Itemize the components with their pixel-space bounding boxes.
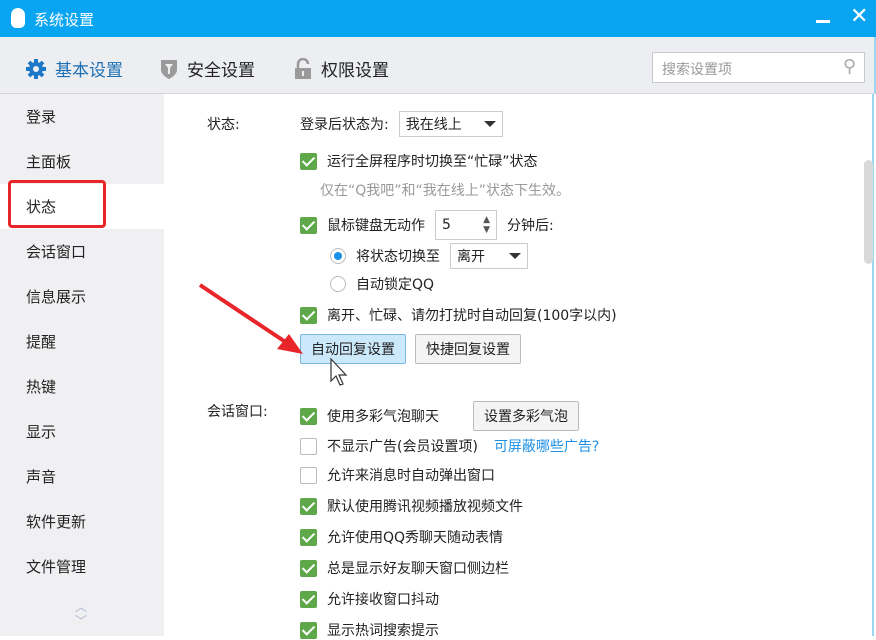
stepper-value: 5 [442, 217, 451, 233]
search-input[interactable]: 搜索设置项 ⚲ [652, 52, 865, 83]
chat-option-row[interactable]: 不显示广告(会员设置项) 可屏蔽哪些广告? [300, 436, 599, 456]
select-value: 离开 [457, 246, 485, 266]
checkbox-label: 默认使用腾讯视频播放视频文件 [327, 496, 523, 516]
sidebar-scroll-arrows[interactable]: ︿﹀ [75, 600, 87, 628]
chevron-up-icon[interactable]: ︿ [75, 600, 87, 614]
dropdown-caret-icon [509, 253, 521, 259]
select-value: 我在线上 [406, 114, 462, 134]
login-status-select[interactable]: 我在线上 [399, 111, 503, 137]
sidebar-item[interactable]: 文件管理 [0, 544, 164, 589]
login-status-row: 登录后状态为: 我在线上 [300, 111, 503, 137]
login-status-label: 登录后状态为: [300, 114, 389, 134]
chat-option-row[interactable]: 默认使用腾讯视频播放视频文件 [300, 496, 523, 516]
chat-option-row[interactable]: 使用多彩气泡聊天 设置多彩气泡 [300, 401, 579, 431]
tab-permission-settings[interactable]: 权限设置 [293, 56, 389, 81]
chat-option-row[interactable]: 显示热词搜索提示 [300, 620, 439, 640]
scrollbar-thumb[interactable] [864, 160, 873, 264]
toolbar: 基本设置 安全设置 权限设置 搜索设置项 ⚲ [0, 37, 876, 94]
idle-row: 鼠标键盘无动作 5 ▲▼ 分钟后: [300, 210, 554, 240]
tab-basic-settings[interactable]: 基本设置 [25, 56, 123, 81]
window-title: 系统设置 [34, 9, 94, 30]
sidebar-item[interactable]: 软件更新 [0, 499, 164, 544]
checkbox-label: 离开、忙碌、请勿打扰时自动回复(100字以内) [327, 305, 617, 325]
search-placeholder: 搜索设置项 [662, 62, 732, 78]
close-button[interactable]: ✕ [850, 4, 868, 29]
chat-option-row[interactable]: 允许使用QQ秀聊天随动表情 [300, 527, 503, 547]
checkbox[interactable] [300, 438, 317, 455]
checkbox[interactable] [300, 529, 317, 546]
minimize-button[interactable] [816, 20, 830, 23]
tab-label: 权限设置 [321, 56, 389, 81]
radio-label: 自动锁定QQ [356, 274, 434, 294]
radio-switch-status[interactable] [330, 248, 346, 264]
sidebar-item[interactable]: 登录 [0, 94, 164, 139]
chat-option-row[interactable]: 允许来消息时自动弹出窗口 [300, 465, 495, 485]
fullscreen-hint: 仅在“Q我吧”和“我在线上”状态下生效。 [320, 180, 570, 200]
checkbox[interactable] [300, 498, 317, 515]
sidebar-item[interactable]: 声音 [0, 454, 164, 499]
gear-icon [25, 58, 47, 80]
chat-option-row[interactable]: 允许接收窗口抖动 [300, 589, 439, 609]
tab-label: 安全设置 [187, 56, 255, 81]
stepper-arrows-icon[interactable]: ▲▼ [483, 215, 490, 235]
sidebar: 登录主面板状态会话窗口信息展示提醒热键显示声音软件更新文件管理 [0, 94, 164, 636]
sidebar-item[interactable]: 提醒 [0, 319, 164, 364]
switch-status-row: 将状态切换至 离开 [330, 243, 528, 269]
status-section-label: 状态: [207, 114, 240, 134]
checkbox-label: 显示热词搜索提示 [327, 620, 439, 640]
selection-highlight [8, 180, 106, 228]
checkbox[interactable] [300, 560, 317, 577]
mouse-cursor-icon [331, 359, 346, 385]
checkbox-label: 运行全屏程序时切换至“忙碌”状态 [327, 151, 538, 171]
idle-suffix: 分钟后: [507, 215, 554, 235]
quick-reply-settings-button[interactable]: 快捷回复设置 [415, 334, 521, 364]
chevron-down-icon[interactable]: ﹀ [75, 614, 87, 628]
checkbox[interactable] [300, 408, 317, 425]
shield-icon [159, 58, 179, 80]
sidebar-item[interactable]: 主面板 [0, 139, 164, 184]
tab-label: 基本设置 [55, 56, 123, 81]
checkbox-label: 允许来消息时自动弹出窗口 [327, 465, 495, 485]
checkbox-label: 使用多彩气泡聊天 [327, 406, 439, 426]
radio-label: 将状态切换至 [356, 246, 440, 266]
bubble-settings-button[interactable]: 设置多彩气泡 [473, 401, 579, 431]
checkbox[interactable] [300, 217, 317, 234]
idle-minutes-stepper[interactable]: 5 ▲▼ [435, 210, 497, 240]
switch-status-select[interactable]: 离开 [450, 243, 528, 269]
red-arrow-annotation [195, 282, 355, 387]
sidebar-item[interactable]: 热键 [0, 364, 164, 409]
checkbox-label: 鼠标键盘无动作 [327, 215, 425, 235]
search-icon[interactable]: ⚲ [843, 56, 856, 77]
sidebar-item[interactable]: 信息展示 [0, 274, 164, 319]
chat-option-row[interactable]: 总是显示好友聊天窗口侧边栏 [300, 558, 509, 578]
checkbox-label: 不显示广告(会员设置项) [327, 436, 478, 456]
ad-link[interactable]: 可屏蔽哪些广告? [494, 436, 599, 456]
title-bar: 系统设置 ✕ [0, 0, 876, 37]
sidebar-item[interactable]: 会话窗口 [0, 229, 164, 274]
sidebar-item[interactable]: 显示 [0, 409, 164, 454]
tab-security-settings[interactable]: 安全设置 [159, 56, 255, 81]
fullscreen-busy-row[interactable]: 运行全屏程序时切换至“忙碌”状态 [300, 151, 538, 171]
checkbox-label: 总是显示好友聊天窗口侧边栏 [327, 558, 509, 578]
checkbox-label: 允许接收窗口抖动 [327, 589, 439, 609]
chat-section-label: 会话窗口: [207, 401, 268, 421]
qq-logo-icon [11, 8, 25, 28]
lock-icon [293, 58, 313, 80]
dropdown-caret-icon [484, 121, 496, 127]
checkbox[interactable] [300, 467, 317, 484]
checkbox[interactable] [300, 591, 317, 608]
checkbox[interactable] [300, 153, 317, 170]
checkbox-label: 允许使用QQ秀聊天随动表情 [327, 527, 503, 547]
